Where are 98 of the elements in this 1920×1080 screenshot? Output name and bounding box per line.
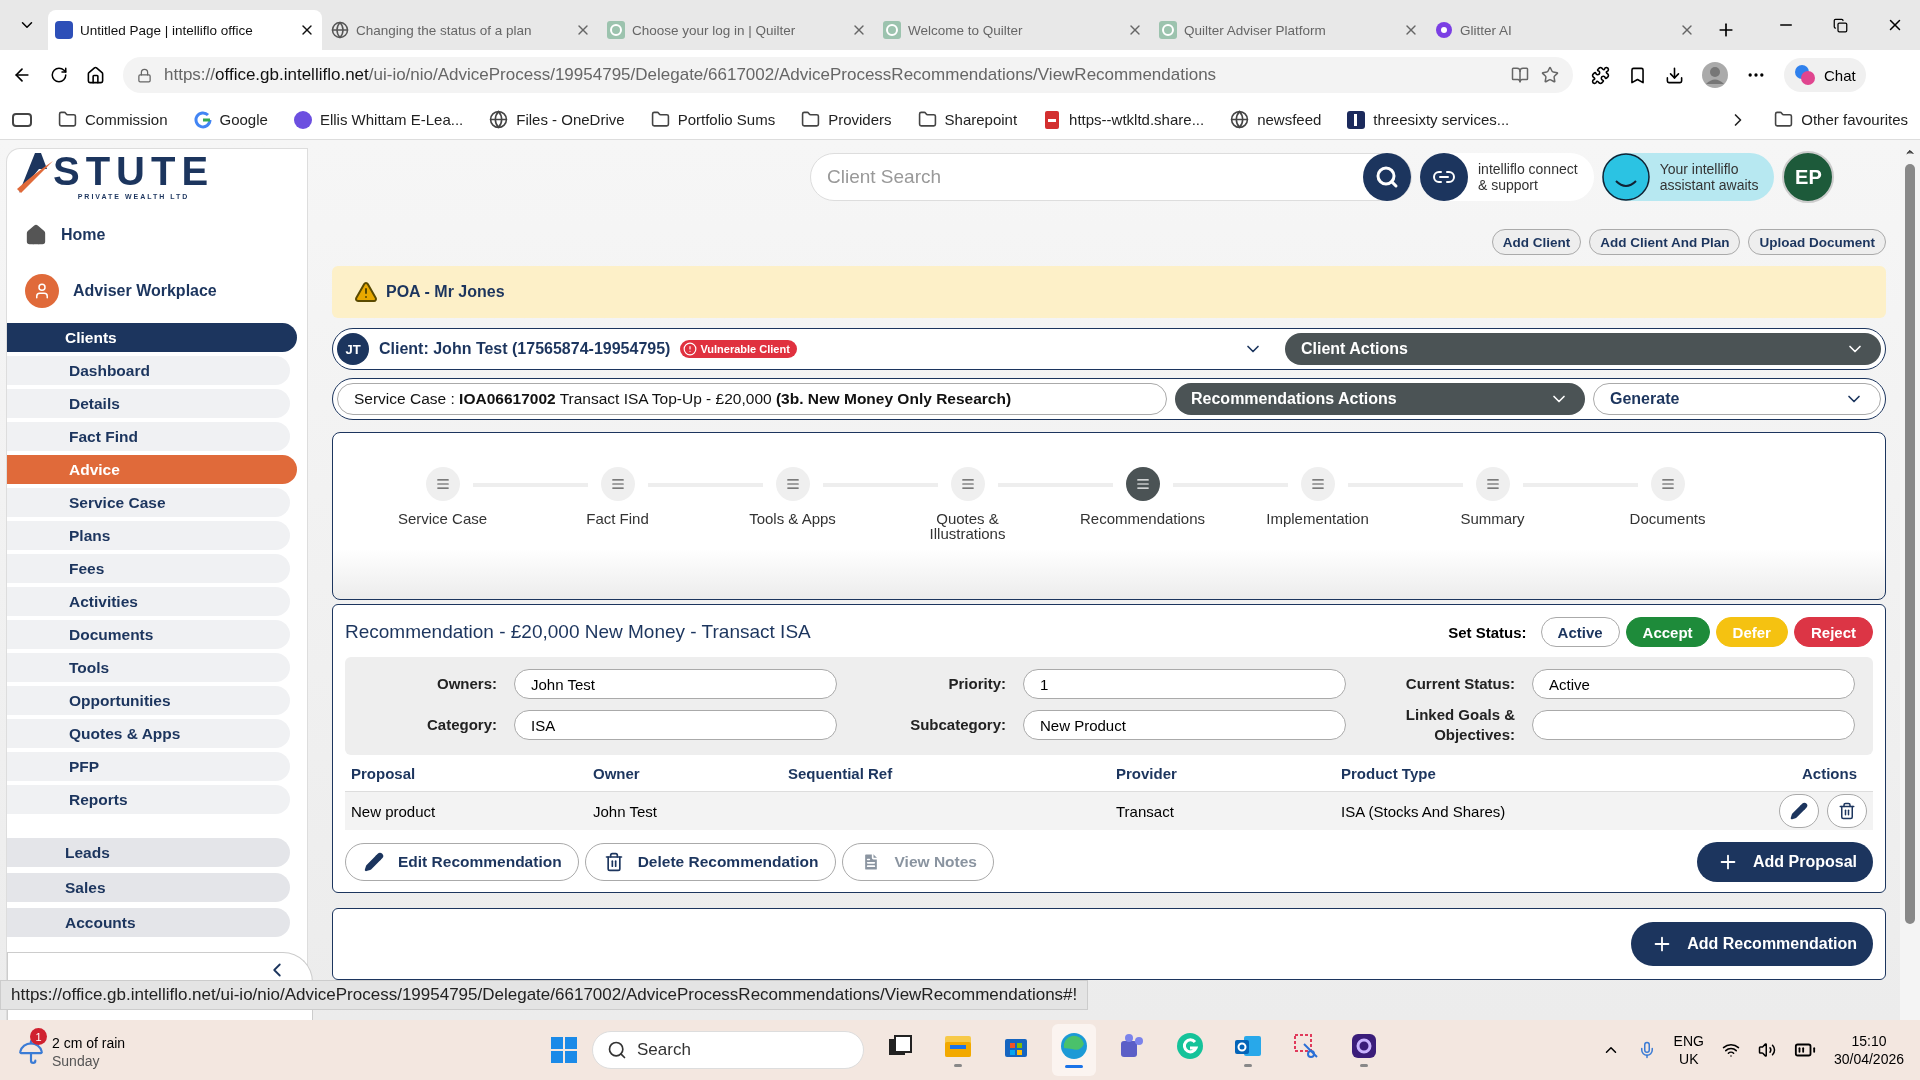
sidebar-item[interactable]: Dashboard — [7, 356, 290, 385]
status-button[interactable]: Active — [1540, 617, 1620, 647]
input-field[interactable]: John Test — [514, 669, 837, 699]
status-button[interactable]: Reject — [1793, 617, 1873, 647]
sidebar-item[interactable]: Service Case — [7, 488, 290, 517]
bookmark-item[interactable]: threesixty services... — [1347, 110, 1510, 129]
sidebar-item[interactable]: Plans — [7, 521, 290, 550]
step-label: Summary — [1459, 511, 1526, 526]
bookmark-item[interactable]: newsfeed — [1230, 110, 1322, 129]
sidebar-item[interactable]: Fees — [7, 554, 290, 583]
user-avatar[interactable]: EP — [1782, 151, 1835, 203]
assistant-button[interactable]: Your intelliflo assistant awaits — [1601, 153, 1775, 201]
language-indicator[interactable]: ENG UK — [1673, 1032, 1704, 1068]
input-field[interactable]: 1 — [1023, 669, 1346, 699]
address-bar[interactable]: https://office.gb.intelliflo.net/ui-io/nio/AdviceProcess/19954795/Delegate/6617002/AdviceProcessRecommendations/ViewRecommendations — [123, 57, 1573, 93]
step-label: Fact Find — [585, 511, 650, 526]
sidebar-item[interactable]: Fact Find — [7, 422, 290, 451]
bookmark-item[interactable]: Sharepoint — [917, 110, 1018, 129]
sidebar-item[interactable]: Accounts — [7, 908, 290, 937]
field-label: Owners: — [436, 674, 497, 694]
step-label: Implementation — [1265, 511, 1370, 526]
field-label: Linked Goals & Objectives: — [1404, 705, 1515, 745]
bookmark-item[interactable]: Portfolio Sums — [650, 110, 776, 129]
table-cell-text: ISA (Stocks And Shares) — [1341, 802, 1507, 820]
bookmark-item[interactable]: Commission — [58, 110, 168, 129]
table-cell-text: New product — [351, 802, 437, 820]
sidebar-item[interactable]: Opportunities — [7, 686, 290, 715]
quick-action-button[interactable]: Add Client — [1491, 229, 1582, 255]
browser-tab[interactable]: Choose your log in | Quilter — [600, 10, 874, 50]
bookmark-item[interactable]: Files - OneDrive — [489, 110, 625, 129]
sidebar-item[interactable]: Quotes & Apps — [7, 719, 290, 748]
client-avatar: JT — [337, 333, 369, 365]
bookmark-item[interactable]: https--wtkltd.share... — [1043, 110, 1205, 129]
browser-tab[interactable]: Glitter AI — [1428, 10, 1702, 50]
vulnerable-badge: Vulnerable Client — [680, 340, 797, 358]
search-placeholder: Client Search — [827, 166, 942, 188]
client-actions-dropdown[interactable]: Client Actions — [1285, 333, 1881, 365]
table-cell-text: Transact — [1116, 802, 1175, 820]
recommendation-title: Recommendation - £20,000 New Money - Transact ISA — [345, 621, 812, 643]
table-cell-text: John Test — [593, 802, 658, 820]
alert-text: POA - Mr Jones — [386, 283, 505, 301]
step-label: Service Case — [396, 511, 489, 526]
sidebar-item[interactable]: Activities — [7, 587, 290, 616]
sidebar-item[interactable]: Clients — [7, 323, 297, 352]
bookmark-item[interactable]: Google — [193, 110, 268, 129]
recommendations-actions-dropdown[interactable]: Recommendations Actions — [1175, 383, 1585, 415]
bookmark-item[interactable]: Ellis Whittam E-Lea... — [293, 110, 464, 129]
status-url: https://office.gb.intelliflo.net/ui-io/nio/AdviceProcess/19954795/Delegate/6617002/AdviceProcessRecommendations/ViewRecommendations#! — [0, 980, 1089, 1010]
bookmark-folder[interactable]: Other favourites — [1774, 110, 1908, 129]
input-field[interactable]: ISA — [514, 710, 837, 740]
action-button[interactable]: Delete Recommendation — [584, 843, 836, 881]
set-status-label: Set Status: — [1448, 623, 1527, 641]
browser-tab[interactable]: Welcome to Quilter — [876, 10, 1150, 50]
browser-tab[interactable]: Changing the status of a plan — [324, 10, 598, 50]
input-field[interactable]: Active — [1532, 669, 1855, 699]
column-header: Provider — [1116, 764, 1178, 782]
quick-action-button[interactable]: Add Client And Plan — [1589, 229, 1741, 255]
browser-tab[interactable]: Untitled Page | intelliflo office — [48, 10, 322, 50]
step-label: Quotes & Illustrations — [928, 511, 1007, 541]
step-label: Tools & Apps — [748, 511, 837, 526]
url-text: https://office.gb.intelliflo.net/ui-io/nio/AdviceProcess/19954795/Delegate/6617002/AdviceProcessRecommendations/ViewRecommendations — [164, 65, 1218, 85]
quick-action-button[interactable]: Upload Document — [1748, 229, 1886, 255]
column-header: Actions — [1801, 764, 1858, 782]
sidebar-item[interactable]: PFP — [7, 752, 290, 781]
column-header: Owner — [593, 764, 641, 782]
generate-dropdown[interactable]: Generate — [1593, 383, 1881, 415]
connect-button[interactable]: intelliflo connect & support — [1420, 153, 1594, 201]
sidebar-item[interactable]: Tools — [7, 653, 290, 682]
taskbar-search[interactable]: Search — [592, 1031, 864, 1069]
field-label: Category: — [426, 715, 497, 735]
action-button[interactable]: Edit Recommendation — [345, 843, 579, 881]
logo-text: STUTE — [53, 149, 215, 193]
column-header: Product Type — [1341, 764, 1437, 782]
sidebar-item[interactable]: Details — [7, 389, 290, 418]
column-header: Sequential Ref — [788, 764, 894, 782]
clock[interactable]: 15:10 30/04/2026 — [1833, 1032, 1904, 1068]
notification-badge: 1 — [30, 1028, 47, 1045]
client-name: Client: John Test (17565874-19954795) — [379, 340, 671, 358]
input-field[interactable]: New Product — [1023, 710, 1346, 740]
column-header: Proposal — [351, 764, 417, 782]
chat-button[interactable]: Chat — [1784, 58, 1866, 92]
sidebar-item[interactable]: Documents — [7, 620, 290, 649]
workplace-link[interactable]: Adviser Workplace — [7, 263, 307, 319]
add-proposal-button[interactable]: Add Proposal — [1697, 842, 1873, 882]
status-button[interactable]: Accept — [1625, 617, 1710, 647]
step-label: Documents — [1628, 511, 1707, 526]
field-label: Subcategory: — [909, 715, 1006, 735]
sidebar-item[interactable]: Leads — [7, 838, 290, 867]
bookmark-item[interactable]: Providers — [801, 110, 892, 129]
weather-widget[interactable]: 1 2 cm of rain Sunday — [16, 1028, 134, 1072]
sidebar-item[interactable]: Reports — [7, 785, 290, 814]
field-label: Current Status: — [1404, 674, 1515, 694]
add-recommendation-button[interactable]: Add Recommendation — [1631, 922, 1873, 966]
step-label: Recommendations — [1078, 511, 1207, 526]
field-label: Priority: — [947, 674, 1006, 694]
sidebar-item[interactable]: Sales — [7, 873, 290, 902]
home-link[interactable]: Home — [7, 207, 307, 263]
browser-tab[interactable]: Quilter Adviser Platform — [1152, 10, 1426, 50]
